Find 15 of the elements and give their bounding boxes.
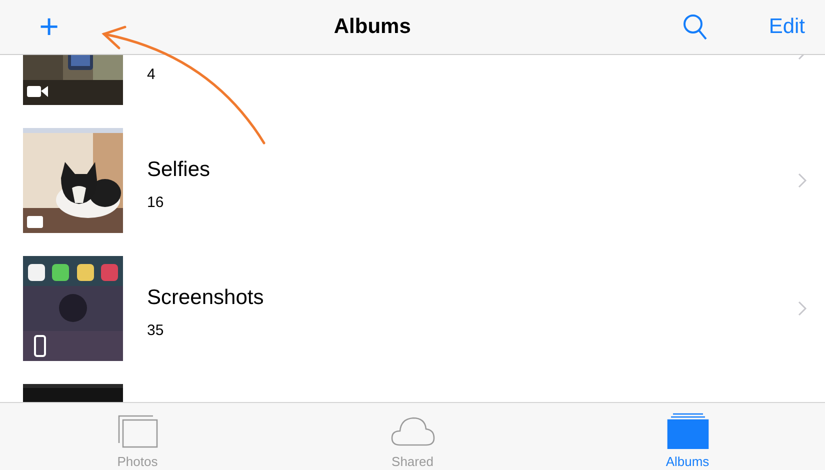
window-title: Albums (334, 14, 411, 40)
edit-button[interactable]: Edit (768, 11, 805, 43)
add-button[interactable]: + (36, 10, 62, 44)
album-title: Screenshots (147, 286, 264, 308)
photo-count: 35 (147, 320, 164, 341)
tab[interactable]: Photos (0, 403, 275, 470)
albums-icon (664, 413, 710, 449)
search-icon[interactable] (682, 14, 707, 40)
tab[interactable]: Albums (550, 403, 825, 470)
chevron-icon[interactable] (798, 172, 807, 188)
photo-count: 4 (147, 64, 156, 85)
album-title: Selfies (147, 158, 210, 180)
chevron-icon[interactable] (798, 300, 807, 316)
tab[interactable]: Shared (275, 403, 550, 470)
photo-count: 16 (147, 192, 164, 213)
